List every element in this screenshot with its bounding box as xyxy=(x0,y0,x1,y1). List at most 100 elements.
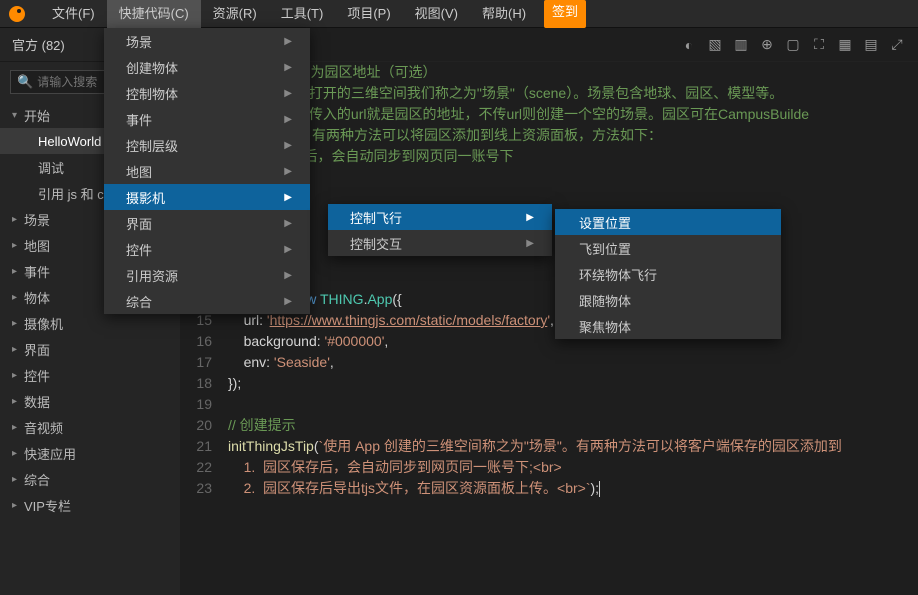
search-icon: 🔍 xyxy=(17,74,33,90)
menu-option[interactable]: 创建物体 ▶ xyxy=(104,54,310,80)
dropdown-level2: 控制飞行▶ 控制交互 ▶ xyxy=(328,204,552,256)
chevron-right-icon: ▶ xyxy=(284,140,292,151)
menu-option[interactable]: 界面▶ xyxy=(104,210,310,236)
chevron-right-icon: ▸ xyxy=(12,344,24,355)
chevron-right-icon: ▸ xyxy=(12,214,24,225)
panes-icon[interactable]: ▥ xyxy=(730,34,752,56)
menu-option-label: 环绕物体飞行 xyxy=(579,265,657,284)
menu-option[interactable]: 场景 ▶ xyxy=(104,28,310,54)
maximize-icon[interactable]: ⛶ xyxy=(808,34,830,56)
tree-item-label: 快速应用 xyxy=(24,444,76,463)
menu-option-label: 设置位置 xyxy=(579,213,631,232)
tree-item-label: 物体 xyxy=(24,288,50,307)
tree-item[interactable]: ▸数据 xyxy=(0,388,180,414)
menu-option-label: 控制飞行 xyxy=(350,208,402,227)
chevron-right-icon: ▶ xyxy=(284,166,292,177)
chevron-right-icon: ▶ xyxy=(284,192,292,203)
menu-option-label: 控制物体 xyxy=(126,84,178,103)
menu-option-label: 控件 xyxy=(126,240,152,259)
menu-option[interactable]: 控制层级 ▶ xyxy=(104,132,310,158)
menu-option[interactable]: 飞到位置 xyxy=(555,235,781,261)
menu-option[interactable]: 地图▶ xyxy=(104,158,310,184)
tree-item-label: 引用 js 和 cs xyxy=(38,184,110,203)
chevron-right-icon: ▶ xyxy=(284,270,292,281)
tree-item-label: 摄像机 xyxy=(24,314,63,333)
menu-option[interactable]: 环绕物体飞行 xyxy=(555,261,781,287)
chevron-right-icon: ▸ xyxy=(12,474,24,485)
tree-item-label: VIP专栏 xyxy=(24,496,71,515)
menu-option-label: 控制交互 xyxy=(350,234,402,253)
menu-item[interactable]: 文件(F) xyxy=(40,0,107,28)
tree-item[interactable]: ▸控件 xyxy=(0,362,180,388)
menu-item[interactable]: 快捷代码(C) xyxy=(107,0,201,28)
menu-option[interactable]: 引用资源 ▶ xyxy=(104,262,310,288)
dropdown-level1: 场景▶创建物体▶控制物体▶事件▶控制层级▶地图▶摄影机▶界面▶控件▶引用资源▶综… xyxy=(104,28,310,314)
line-number: 17 xyxy=(180,352,228,373)
menu-option-label: 跟随物体 xyxy=(579,291,631,310)
menu-option-label: 引用资源 xyxy=(126,266,178,285)
menu-option[interactable]: 控件▶ xyxy=(104,236,310,262)
menu-option[interactable]: 跟随物体 xyxy=(555,287,781,313)
app-logo xyxy=(8,5,26,23)
menu-item[interactable]: 项目(P) xyxy=(335,0,402,28)
tree-item-label: 控件 xyxy=(24,366,50,385)
chevron-down-icon: ▾ xyxy=(12,110,24,121)
tree-item[interactable]: ▸综合 xyxy=(0,466,180,492)
chevron-right-icon: ▶ xyxy=(284,218,292,229)
menu-option[interactable]: 控制飞行▶ xyxy=(328,204,552,230)
menu-option[interactable]: 事件▶ xyxy=(104,106,310,132)
menu-option[interactable]: 控制交互 ▶ xyxy=(328,230,552,256)
chevron-right-icon: ▶ xyxy=(284,62,292,73)
chevron-right-icon: ▸ xyxy=(12,396,24,407)
compass-icon[interactable]: ⊕ xyxy=(756,34,778,56)
menu-option-label: 控制层级 xyxy=(126,136,178,155)
chevron-right-icon: ▸ xyxy=(12,292,24,303)
chevron-right-icon: ▶ xyxy=(284,88,292,99)
menu-option[interactable]: 聚焦物体 xyxy=(555,313,781,339)
chevron-right-icon: ▸ xyxy=(12,370,24,381)
cube-icon[interactable]: ▧ xyxy=(704,34,726,56)
line-number: 16 xyxy=(180,331,228,352)
tree-item-label: 界面 xyxy=(24,340,50,359)
tree-item[interactable]: ▸界面 xyxy=(0,336,180,362)
tree-item-label: HelloWorld xyxy=(38,134,101,149)
device-icon[interactable]: ▢ xyxy=(782,34,804,56)
menu-option-label: 创建物体 xyxy=(126,58,178,77)
text-cursor xyxy=(599,481,600,497)
line-number: 22 xyxy=(180,457,228,478)
tree-item-label: 地图 xyxy=(24,236,50,255)
menu-option-label: 摄影机 xyxy=(126,188,165,207)
tree-item[interactable]: ▸快速应用 xyxy=(0,440,180,466)
menu-option[interactable]: 摄影机 ▶ xyxy=(104,184,310,210)
menu-option[interactable]: 控制物体 ▶ xyxy=(104,80,310,106)
menu-option-label: 事件 xyxy=(126,110,152,129)
menu-item[interactable]: 帮助(H) xyxy=(470,0,538,28)
checkin-button[interactable]: 签到 xyxy=(544,0,586,28)
film-icon[interactable]: ▤ xyxy=(860,34,882,56)
globe-icon[interactable]: ◐ xyxy=(678,34,700,56)
chevron-right-icon: ▶ xyxy=(284,296,292,307)
menu-option-label: 综合 xyxy=(126,292,152,311)
menubar: 文件(F)快捷代码(C)资源(R)工具(T)项目(P)视图(V)帮助(H)签到 xyxy=(0,0,918,28)
tree-item[interactable]: ▸音视频 xyxy=(0,414,180,440)
fullscreen-icon[interactable]: ⤢ xyxy=(886,34,908,56)
tree-item[interactable]: ▸VIP专栏 xyxy=(0,492,180,518)
tree-item-label: 音视频 xyxy=(24,418,63,437)
chevron-right-icon: ▸ xyxy=(12,318,24,329)
tree-item-label: 数据 xyxy=(24,392,50,411)
menu-item[interactable]: 视图(V) xyxy=(403,0,470,28)
chevron-right-icon: ▸ xyxy=(12,500,24,511)
tree-item-label: 开始 xyxy=(24,106,50,125)
chevron-right-icon: ▸ xyxy=(12,266,24,277)
chevron-right-icon: ▶ xyxy=(284,36,292,47)
menu-option[interactable]: 设置位置 xyxy=(555,209,781,235)
chevron-right-icon: ▶ xyxy=(526,238,534,249)
menu-item[interactable]: 资源(R) xyxy=(201,0,269,28)
menu-option-label: 场景 xyxy=(126,32,152,51)
line-number: 23 xyxy=(180,478,228,499)
menu-item[interactable]: 工具(T) xyxy=(269,0,336,28)
menu-option[interactable]: 综合 ▶ xyxy=(104,288,310,314)
tree-item-label: 事件 xyxy=(24,262,50,281)
image-icon[interactable]: ▦ xyxy=(834,34,856,56)
chevron-right-icon: ▸ xyxy=(12,422,24,433)
